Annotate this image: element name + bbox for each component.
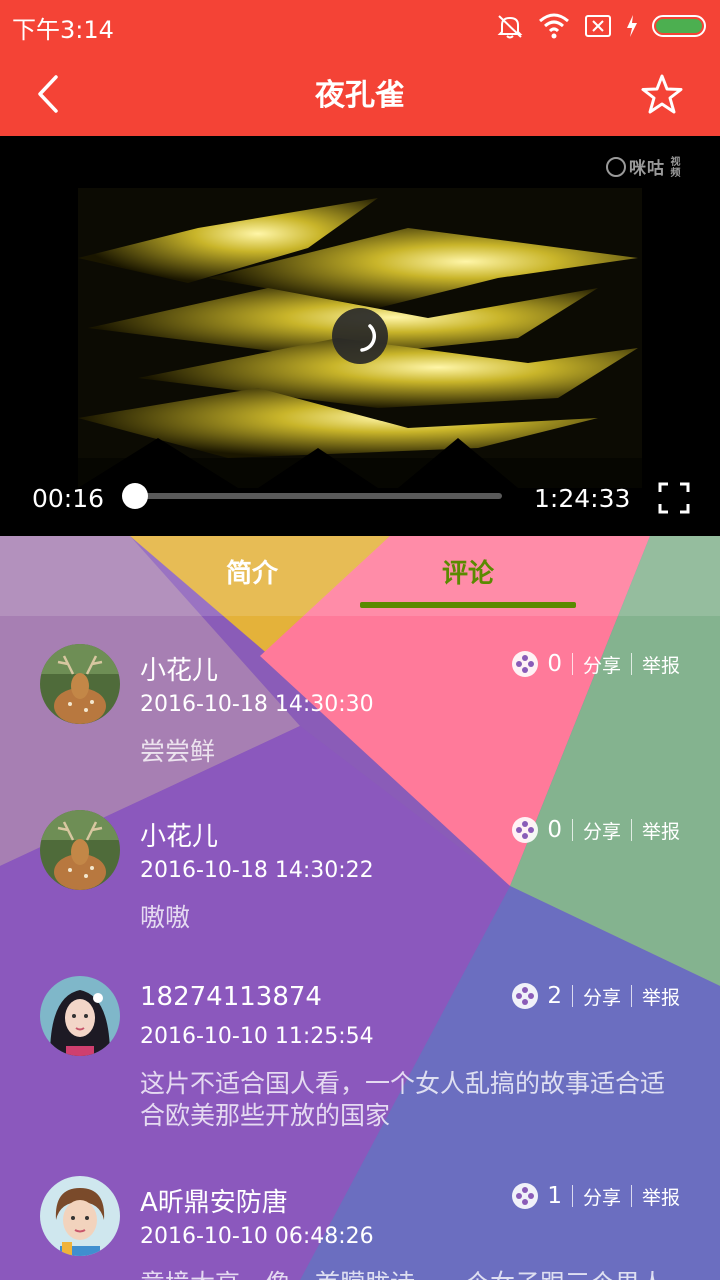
tab-intro[interactable]: 简介 (144, 536, 360, 616)
like-button[interactable]: 0 (511, 650, 562, 678)
divider (630, 819, 632, 841)
comment-actions: 0 分享 举报 (511, 816, 680, 844)
comment-text: 嗷嗷 (140, 903, 191, 932)
comment-text: 尝尝鲜 (140, 737, 216, 766)
content-area: 简介 评论 小花儿 2016-10-18 14:30:30 尝尝鲜 0 分享 举… (0, 536, 720, 1280)
avatar[interactable] (40, 1176, 120, 1256)
fullscreen-button[interactable] (656, 480, 692, 516)
divider (630, 653, 632, 675)
avatar[interactable] (40, 976, 120, 1056)
comment-author: 18274113874 (140, 982, 322, 1012)
watermark-logo: 咪咕 视频 (606, 154, 679, 179)
watermark-subtext: 视频 (668, 155, 679, 178)
share-button[interactable]: 分享 (583, 1183, 621, 1210)
comment-date: 2016-10-10 06:48:26 (140, 1224, 374, 1249)
comment-author: A昕鼎安防唐 (140, 1188, 288, 1218)
player-controls: 00:16 1:24:33 (0, 474, 720, 524)
deer-avatar-image (40, 644, 120, 724)
like-button[interactable]: 0 (511, 816, 562, 844)
person-avatar-image (40, 1176, 120, 1256)
status-bar: 下午3:14 (0, 0, 720, 52)
comment-author: 小花儿 (140, 822, 219, 852)
divider (571, 653, 573, 675)
film-reel-icon (512, 983, 539, 1009)
tab-bar: 简介 评论 (0, 536, 720, 616)
share-button[interactable]: 分享 (583, 651, 621, 678)
watermark-ring-icon (606, 156, 626, 177)
total-time: 1:24:33 (534, 484, 631, 513)
battery-icon (652, 15, 706, 37)
film-reel-icon (512, 1183, 539, 1209)
divider (630, 1185, 632, 1207)
status-time: 下午3:14 (12, 16, 114, 44)
avatar[interactable] (40, 644, 120, 724)
report-button[interactable]: 举报 (642, 651, 680, 678)
film-reel-icon (512, 651, 539, 677)
like-count: 1 (547, 1183, 562, 1209)
comment-actions: 1 分享 举报 (511, 1182, 680, 1210)
wifi-icon (539, 13, 569, 39)
share-button[interactable]: 分享 (583, 817, 621, 844)
like-button[interactable]: 2 (511, 982, 562, 1010)
share-button[interactable]: 分享 (583, 983, 621, 1010)
divider (571, 985, 573, 1007)
tab-active-indicator (360, 602, 576, 608)
divider (571, 1185, 573, 1207)
sim-off-icon (585, 15, 611, 37)
report-button[interactable]: 举报 (642, 983, 680, 1010)
like-count: 0 (547, 817, 562, 843)
like-button[interactable]: 1 (511, 1182, 562, 1210)
report-button[interactable]: 举报 (642, 1183, 680, 1210)
app-bar: 夜孔雀 (0, 52, 720, 136)
comment-date: 2016-10-10 11:25:54 (140, 1024, 374, 1049)
comment-text: 这片不适合国人看，一个女人乱搞的故事适合适合欧美那些开放的国家 (140, 1069, 666, 1130)
woman-avatar-image (40, 976, 120, 1056)
charging-icon (627, 15, 637, 37)
page-title: 夜孔雀 (315, 78, 405, 113)
film-reel-icon (512, 817, 539, 843)
current-time: 00:16 (32, 484, 105, 513)
seek-bar[interactable] (122, 483, 502, 509)
favorite-button[interactable] (634, 66, 690, 122)
spinner-icon (360, 324, 377, 352)
status-icons (496, 12, 708, 40)
fullscreen-icon (658, 482, 690, 514)
divider (630, 985, 632, 1007)
video-player[interactable]: 咪咕 视频 00:16 1:24:33 (0, 136, 720, 536)
avatar[interactable] (40, 810, 120, 890)
comment-date: 2016-10-18 14:30:22 (140, 858, 374, 883)
divider (571, 819, 573, 841)
comment-text: 意境太高，像一首朦胧诗，一个女子跟三个男人的故事 (140, 1268, 680, 1280)
watermark-text: 咪咕 (629, 159, 665, 179)
report-button[interactable]: 举报 (642, 817, 680, 844)
comment-date: 2016-10-18 14:30:30 (140, 692, 374, 717)
loading-spinner (332, 308, 388, 364)
comment-author: 小花儿 (140, 656, 219, 686)
star-outline-icon (641, 74, 683, 114)
like-count: 0 (547, 651, 562, 677)
like-count: 2 (547, 983, 562, 1009)
comment-actions: 2 分享 举报 (511, 982, 680, 1010)
deer-avatar-image (40, 810, 120, 890)
comment-actions: 0 分享 举报 (511, 650, 680, 678)
mute-icon (497, 15, 523, 39)
seek-thumb[interactable] (122, 483, 149, 509)
